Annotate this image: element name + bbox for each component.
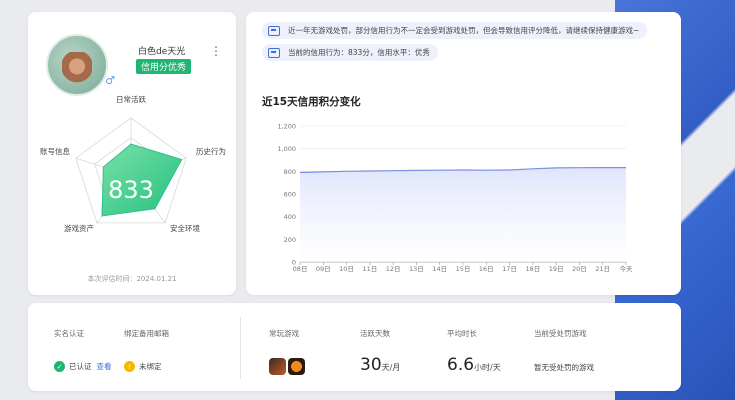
no-punishment-text: 暂无受处罚的游戏 [534,363,594,372]
radar-label-daily: 日常活跃 [116,95,146,104]
unbound-text: 未绑定 [139,362,162,371]
label-avg-duration: 平均时长 [447,329,477,338]
x-tick-label: 09日 [316,265,331,272]
real-name-status: ✓ 已认证 查看 [54,361,112,372]
radar-label-account: 账号信息 [40,147,70,156]
x-tick-label: 今天 [620,264,634,272]
x-tick-label: 20日 [572,265,587,272]
radar-label-assets: 游戏资产 [64,224,94,233]
x-tick-label: 11日 [362,265,377,272]
credit-level-badge: 信用分优秀 [136,59,192,74]
y-tick-label: 200 [284,236,296,244]
account-summary-card: 实名认证 绑定备用邮箱 常玩游戏 活跃天数 平均时长 当前受处罚游戏 ✓ 已认证… [28,303,681,391]
check-icon: ✓ [54,361,65,372]
x-tick-label: 10日 [339,265,354,272]
more-options-icon[interactable]: ⋮ [210,44,222,58]
avg-duration-value: 6.6小时/天 [447,355,501,375]
label-backup-email: 绑定备用邮箱 [124,329,169,338]
x-tick-label: 12日 [386,265,401,272]
profile-card: ♂ 白色de天光 信用分优秀 ⋮ 833 日常活跃 历史行为 安全环境 游戏资产… [28,12,236,295]
y-tick-label: 1,000 [277,145,296,153]
y-tick-label: 800 [284,168,296,176]
notice-text: 近一年无游戏处罚，部分信用行为不一定会受到游戏处罚，但会导致信用评分降低，请继续… [288,26,640,35]
view-link[interactable]: 查看 [97,361,112,372]
x-tick-label: 13日 [409,265,424,272]
label-real-name: 实名认证 [54,329,84,338]
label-punished-games: 当前受处罚游戏 [534,329,587,338]
x-tick-label: 16日 [479,265,494,272]
avatar[interactable] [46,34,108,96]
y-tick-label: 1,200 [277,123,296,131]
message-icon [268,25,280,36]
message-icon [268,47,280,58]
x-tick-label: 15日 [456,265,471,272]
credit-trend-chart: 02004006008001,0001,20008日 09日 10日 11日 12日 13… [277,123,634,273]
label-frequent-games: 常玩游戏 [269,329,299,338]
credit-radar-chart: 833 [75,117,187,224]
game-icon-crossfire[interactable] [288,358,305,375]
verified-text: 已认证 [69,362,92,371]
x-tick-label: 17日 [502,265,517,272]
radar-label-security: 安全环境 [170,224,200,233]
active-days-value: 30天/月 [360,355,401,375]
credit-trend-card: 近一年无游戏处罚，部分信用行为不一定会受到游戏处罚，但会导致信用评分降低，请继续… [246,12,681,295]
y-tick-label: 400 [284,213,296,221]
x-tick-label: 18日 [525,265,540,272]
divider [240,317,241,379]
x-tick-label: 14日 [432,265,447,272]
notice-text: 当前的信用行为：833分，信用水平：优秀 [288,48,430,57]
username: 白色de天光 [138,47,186,57]
notice-punishment: 近一年无游戏处罚，部分信用行为不一定会受到游戏处罚，但会导致信用评分降低，请继续… [262,22,648,39]
x-tick-label: 08日 [293,265,308,272]
x-tick-label: 21日 [595,265,610,272]
game-icon-hero[interactable] [269,358,286,375]
warning-icon: ! [124,361,135,372]
credit-score: 833 [108,176,154,204]
series-area [300,167,626,262]
notice-current-credit: 当前的信用行为：833分，信用水平：优秀 [262,44,438,61]
chart-title: 近15天信用积分变化 [262,96,361,108]
evaluation-date: 本次评估时间：2024.01.21 [87,275,177,283]
label-active-days: 活跃天数 [360,329,390,338]
gender-icon: ♂ [105,73,115,87]
y-tick-label: 600 [284,191,296,199]
radar-label-history: 历史行为 [196,147,226,156]
x-tick-label: 19日 [549,265,564,272]
email-status: ! 未绑定 [124,361,162,372]
